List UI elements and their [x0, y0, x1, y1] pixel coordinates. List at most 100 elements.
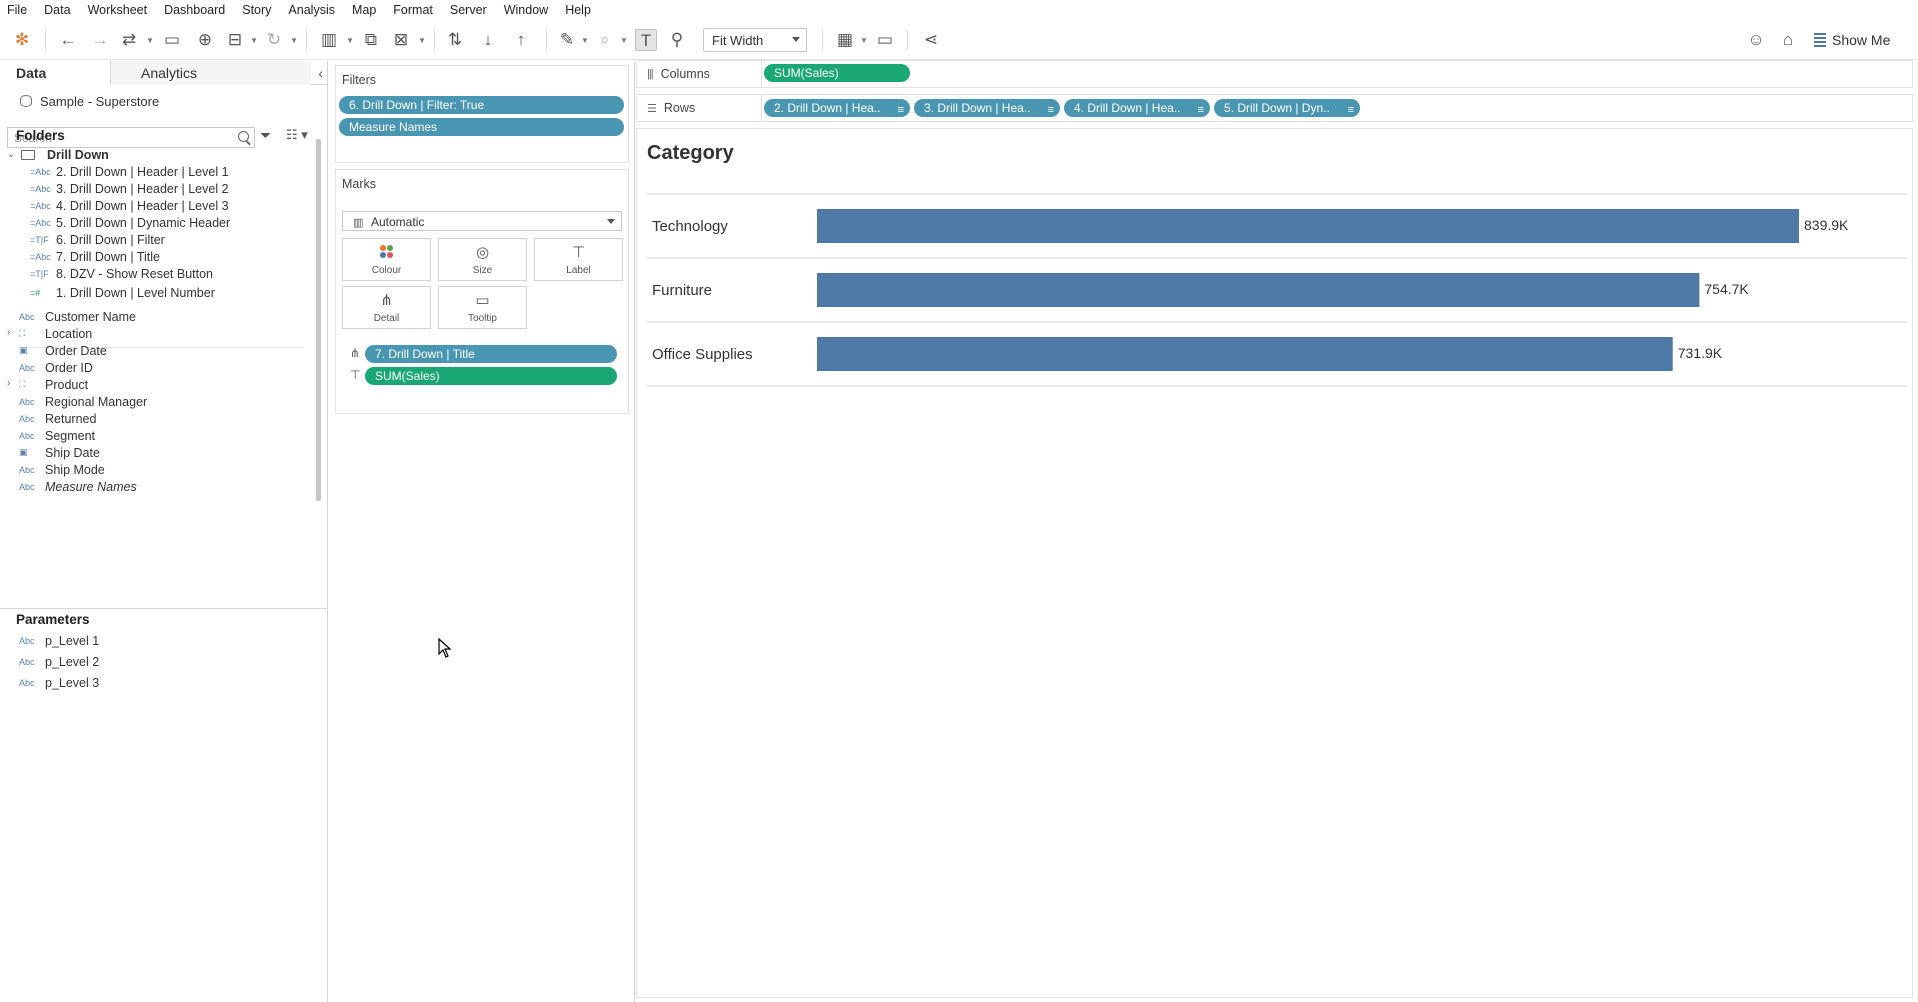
columns-shelf[interactable]: ||| Columns SUM(Sales): [636, 60, 1913, 88]
folder-drill-down[interactable]: ⌄ Drill Down: [7, 146, 109, 163]
field-item[interactable]: Abc Customer Name: [19, 308, 136, 325]
clear-sheet-icon[interactable]: ⊠: [390, 29, 412, 51]
menu-data[interactable]: Data: [44, 3, 70, 17]
replay-dropdown-icon[interactable]: ▼: [146, 37, 154, 45]
refresh-dropdown-icon[interactable]: ▼: [290, 37, 298, 45]
format-painter-icon[interactable]: ⌂: [1777, 29, 1799, 51]
refresh-icon[interactable]: ↻: [263, 29, 285, 51]
undo-icon[interactable]: ←: [57, 29, 79, 51]
parameter-item[interactable]: Abc p_Level 3: [19, 674, 99, 691]
show-me-button[interactable]: Show Me: [1814, 30, 1890, 50]
field-item[interactable]: =Abc 4. Drill Down | Header | Level 3: [30, 197, 229, 214]
replay-icon[interactable]: ⇄: [118, 29, 140, 51]
field-item[interactable]: ▣ Ship Date: [19, 444, 100, 461]
menu-story[interactable]: Story: [242, 3, 271, 17]
size-button[interactable]: ◎ Size: [438, 238, 527, 281]
collapse-pane-icon[interactable]: ‹: [318, 65, 323, 81]
tab-data[interactable]: Data: [0, 61, 111, 85]
menu-help[interactable]: Help: [565, 3, 591, 17]
show-cards-icon[interactable]: ▦: [834, 29, 856, 51]
view-options-icon[interactable]: ☷ ▾: [286, 127, 308, 143]
marks-detail-pill[interactable]: 7. Drill Down | Title: [365, 345, 617, 363]
group-dropdown-icon[interactable]: ▼: [620, 37, 628, 45]
parameter-item[interactable]: Abc p_Level 2: [19, 653, 99, 670]
share-icon[interactable]: ⋖: [920, 29, 942, 51]
rows-pill[interactable]: 5. Drill Down | Dyn.. ≡: [1214, 99, 1360, 117]
menu-map[interactable]: Map: [352, 3, 376, 17]
rows-pill[interactable]: 4. Drill Down | Hea.. ≡: [1064, 99, 1210, 117]
tableau-logo-icon[interactable]: ✻: [11, 29, 33, 51]
new-datasource-icon[interactable]: ⊕: [194, 29, 216, 51]
search-icon[interactable]: [238, 131, 249, 142]
duplicate-sheet-icon[interactable]: ⧉: [360, 29, 382, 51]
category-label[interactable]: Furniture: [652, 282, 712, 299]
filter-pill[interactable]: 6. Drill Down | Filter: True: [339, 96, 624, 114]
field-item[interactable]: =T|F 8. DZV - Show Reset Button: [30, 265, 213, 282]
show-mark-labels-icon[interactable]: T: [635, 29, 657, 51]
fit-select[interactable]: Fit Width: [703, 28, 807, 52]
swap-rows-columns-icon[interactable]: ⇅: [444, 29, 466, 51]
menu-dashboard[interactable]: Dashboard: [164, 3, 225, 17]
clear-dropdown-icon[interactable]: ▼: [418, 37, 426, 45]
pause-dropdown-icon[interactable]: ▼: [250, 37, 258, 45]
new-worksheet-icon[interactable]: ▥: [318, 29, 340, 51]
menu-format[interactable]: Format: [393, 3, 433, 17]
parameter-item[interactable]: Abc p_Level 1: [19, 632, 99, 649]
field-item[interactable]: Abc Ship Mode: [19, 461, 105, 478]
category-label[interactable]: Office Supplies: [652, 346, 753, 363]
datasource-item[interactable]: Sample - Superstore: [20, 93, 159, 109]
highlight-dropdown-icon[interactable]: ▼: [581, 37, 589, 45]
tab-analytics[interactable]: Analytics: [111, 61, 311, 85]
colour-button[interactable]: Colour: [342, 238, 431, 281]
columns-pill[interactable]: SUM(Sales): [764, 64, 910, 82]
scrollbar[interactable]: [316, 139, 321, 501]
filter-icon[interactable]: ⏷: [260, 127, 271, 144]
bar[interactable]: [817, 209, 1799, 243]
field-item[interactable]: =# 1. Drill Down | Level Number: [30, 284, 215, 301]
label-button[interactable]: ⊤ Label: [534, 238, 623, 281]
field-item[interactable]: Abc Segment: [19, 427, 95, 444]
sort-descending-icon[interactable]: ↑: [510, 29, 532, 51]
chevron-right-icon[interactable]: ›: [7, 327, 10, 338]
new-worksheet-dropdown-icon[interactable]: ▼: [346, 37, 354, 45]
menu-server[interactable]: Server: [450, 3, 487, 17]
field-item[interactable]: =T|F 6. Drill Down | Filter: [30, 231, 165, 248]
pause-updates-icon[interactable]: ⊟: [224, 29, 246, 51]
category-label[interactable]: Technology: [652, 218, 728, 235]
marks-label-pill[interactable]: SUM(Sales): [365, 367, 617, 385]
chevron-right-icon[interactable]: ›: [7, 378, 10, 389]
field-item[interactable]: =Abc 2. Drill Down | Header | Level 1: [30, 163, 229, 180]
field-item[interactable]: Abc Order ID: [19, 359, 93, 376]
redo-icon[interactable]: →: [89, 29, 111, 51]
field-item[interactable]: =Abc 5. Drill Down | Dynamic Header: [30, 214, 230, 231]
data-guide-icon[interactable]: ☺: [1745, 29, 1767, 51]
menu-file[interactable]: File: [7, 3, 27, 17]
field-item[interactable]: ⛶ Location: [19, 325, 92, 342]
sort-ascending-icon[interactable]: ↓: [477, 29, 499, 51]
group-members-icon[interactable]: ⌕: [594, 29, 616, 51]
filter-pill[interactable]: Measure Names: [339, 118, 624, 136]
fix-axes-icon[interactable]: ⚲: [666, 29, 688, 51]
menu-worksheet[interactable]: Worksheet: [88, 3, 148, 17]
bar[interactable]: [817, 273, 1700, 307]
field-item[interactable]: =Abc 3. Drill Down | Header | Level 2: [30, 180, 229, 197]
field-item[interactable]: ▣ Order Date: [19, 342, 107, 359]
chevron-down-icon[interactable]: ⌄: [7, 149, 21, 160]
detail-button[interactable]: ⋔ Detail: [342, 286, 431, 329]
mark-type-select[interactable]: ▥ Automatic: [342, 211, 622, 231]
field-item[interactable]: Abc Returned: [19, 410, 96, 427]
menu-window[interactable]: Window: [504, 3, 548, 17]
field-item[interactable]: =Abc 7. Drill Down | Title: [30, 248, 160, 265]
highlight-icon[interactable]: ✎: [556, 29, 578, 51]
save-icon[interactable]: ▭: [161, 29, 183, 51]
presentation-mode-icon[interactable]: ▭: [874, 29, 896, 51]
tooltip-button[interactable]: ▭ Tooltip: [438, 286, 527, 329]
field-item[interactable]: Abc Regional Manager: [19, 393, 147, 410]
rows-pill[interactable]: 3. Drill Down | Hea.. ≡: [914, 99, 1060, 117]
field-item[interactable]: Abc Measure Names: [19, 478, 137, 495]
rows-pill[interactable]: 2. Drill Down | Hea.. ≡: [764, 99, 910, 117]
bar[interactable]: [817, 337, 1673, 371]
menu-analysis[interactable]: Analysis: [288, 3, 335, 17]
show-cards-dropdown-icon[interactable]: ▼: [860, 37, 868, 45]
field-item[interactable]: ⛶ Product: [19, 376, 88, 393]
